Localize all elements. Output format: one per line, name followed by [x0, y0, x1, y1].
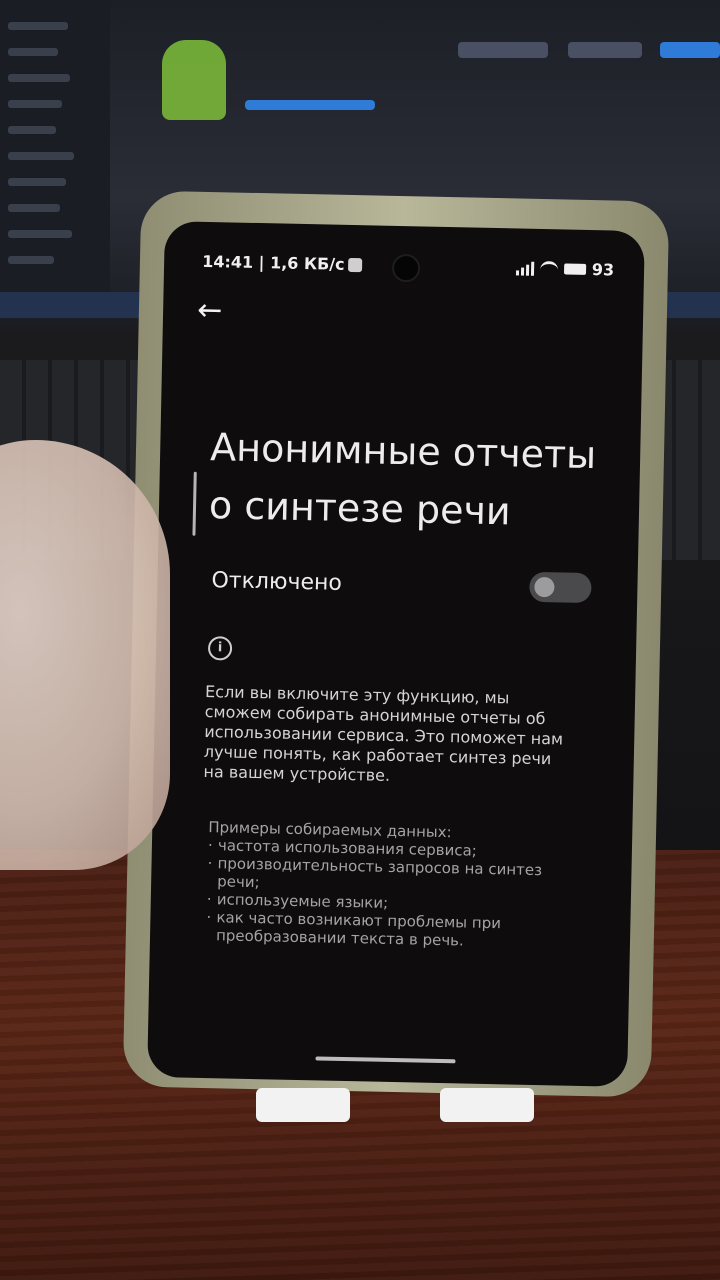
status-icons: 93 — [515, 258, 615, 280]
examples-section: Примеры собираемых данных: частота испол… — [206, 818, 549, 951]
monitor-button — [660, 42, 720, 58]
battery-icon — [563, 263, 586, 275]
stand-foot-right — [440, 1088, 534, 1122]
stand-foot-left — [256, 1088, 350, 1122]
monitor-android-logo — [162, 40, 226, 120]
front-camera — [391, 253, 421, 283]
wifi-icon — [539, 260, 558, 277]
toggle-label: Отключено — [211, 567, 343, 596]
list-item: как часто возникают проблемы при преобра… — [206, 908, 547, 951]
monitor-button — [568, 42, 642, 58]
battery-level: 93 — [591, 260, 615, 280]
page-title: Анонимные отчеты о синтезе речи — [208, 425, 597, 534]
scroll-indicator — [192, 471, 197, 536]
home-indicator[interactable] — [315, 1056, 456, 1064]
monitor-sidebar — [0, 0, 110, 300]
signal-icon — [515, 261, 534, 276]
phone-screen: 14:41 | 1,6 КБ/с 93 ← Анонимные отчеты о… — [147, 221, 645, 1087]
hand — [0, 440, 170, 870]
notification-icon — [348, 257, 363, 273]
enable-toggle-switch[interactable] — [529, 571, 592, 604]
setting-row[interactable]: Отключено — [211, 560, 592, 608]
status-bar: 14:41 | 1,6 КБ/с 93 — [164, 247, 645, 287]
status-time: 14:41 | 1,6 КБ/с — [202, 252, 363, 274]
info-icon: i — [207, 636, 233, 661]
monitor-progress-bar — [245, 100, 375, 110]
toggle-knob — [534, 576, 555, 598]
back-arrow-icon[interactable]: ← — [197, 293, 228, 329]
examples-list: частота использования сервиса; производи… — [206, 836, 548, 951]
description-text: Если вы включите эту функцию, мы сможем … — [203, 682, 564, 785]
photo-scene: 14:41 | 1,6 КБ/с 93 ← Анонимные отчеты о… — [0, 0, 720, 1280]
monitor-button — [458, 42, 548, 58]
